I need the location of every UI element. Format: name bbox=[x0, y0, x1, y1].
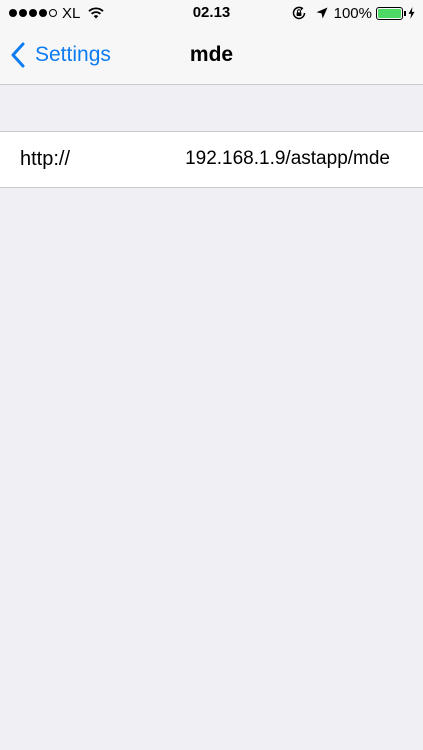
battery-cap bbox=[404, 10, 406, 16]
server-address-input[interactable] bbox=[150, 146, 390, 172]
battery-level bbox=[378, 8, 401, 18]
status-bar: XL 02.13 100% bbox=[0, 0, 423, 26]
status-right: 100% bbox=[291, 4, 415, 22]
battery-icon bbox=[376, 6, 403, 20]
battery-percent: 100% bbox=[333, 4, 372, 22]
rotation-lock-icon bbox=[292, 6, 305, 20]
navigation-bar: Settings mde bbox=[0, 26, 423, 85]
url-setting-cell: http:// bbox=[0, 131, 423, 188]
page-title: mde bbox=[189, 43, 234, 66]
location-arrow-icon bbox=[316, 7, 328, 19]
url-scheme-label: http:// bbox=[20, 148, 71, 170]
charging-bolt-icon bbox=[408, 7, 415, 19]
